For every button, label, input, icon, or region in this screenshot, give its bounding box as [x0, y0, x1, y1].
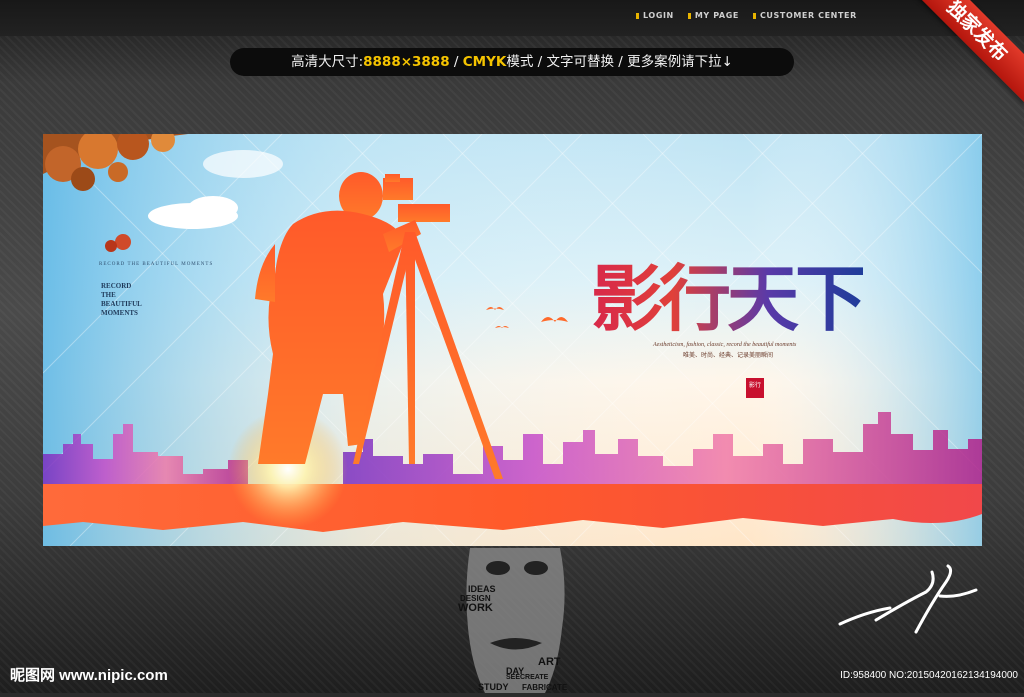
record-line: RECORD [101, 282, 132, 290]
banner-title: 影行天下 [591, 240, 867, 345]
face-word: IDEAS [468, 584, 496, 594]
seal-text: 影行 [748, 383, 761, 389]
top-navigation: LOGIN MY PAGE CUSTOMER CENTER [636, 11, 857, 20]
record-line: BEAUTIFUL [101, 300, 142, 308]
record-moments-text: RECORD THE BEAUTIFUL MOMENTS [101, 282, 142, 318]
bullet-icon [687, 12, 691, 19]
top-bar: LOGIN MY PAGE CUSTOMER CENTER [0, 0, 1024, 36]
site-watermark[interactable]: 昵图网 www.nipic.com [10, 664, 168, 685]
info-size-label: 高清大尺寸: [291, 54, 364, 70]
tagline-english: Aestheticism, fashion, classic, record t… [653, 342, 797, 348]
tagline-chinese: 唯美、时尚、经典、记录美丽瞬间 [683, 353, 774, 359]
info-size-value: 8888×3888 [363, 54, 450, 70]
info-cmyk: CMYK [462, 54, 507, 70]
image-id: ID:958400 NO:20150420162134194000 [840, 670, 1018, 681]
nav-customer-center[interactable]: CUSTOMER CENTER [752, 11, 857, 20]
info-rest: 模式 / 文字可替换 / 更多案例请下拉↓ [506, 54, 733, 70]
bullet-icon [636, 12, 639, 19]
signature-mark [838, 564, 978, 634]
nav-login[interactable]: LOGIN [636, 11, 674, 20]
poster-banner: RECORD THE BEAUTIFUL MOMENTS RECORD THE … [43, 134, 982, 546]
record-line: MOMENTS [101, 309, 138, 317]
tiny-english-caption: RECORD THE BEAUTIFUL MOMENTS [99, 262, 214, 267]
info-bar: 高清大尺寸:8888×3888 / CMYK模式 / 文字可替换 / 更多案例请… [230, 48, 794, 76]
record-line: THE [101, 291, 116, 299]
face-word: WORK [458, 602, 493, 614]
nav-my-page[interactable]: MY PAGE [687, 11, 739, 20]
info-separator: / [449, 54, 463, 70]
bullet-icon [752, 12, 756, 19]
